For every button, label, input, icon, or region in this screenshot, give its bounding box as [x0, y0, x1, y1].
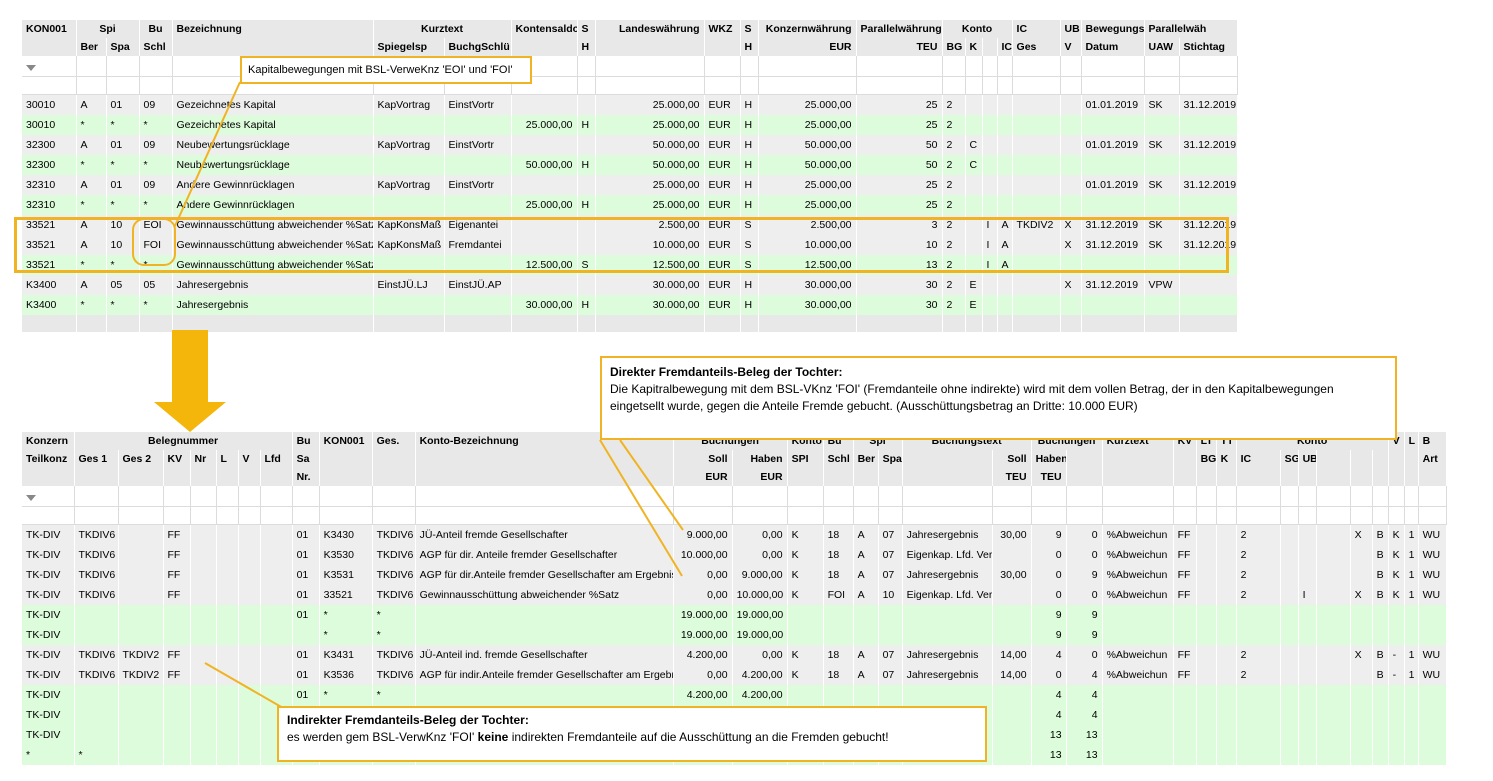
- callout-direkt-title: Direkter Fremdanteils-Beleg der Tochter:: [610, 365, 843, 379]
- callout-indirekter-fremdanteil: Indirekter Fremdanteils-Beleg der Tochte…: [277, 706, 987, 762]
- callout-kapitalbewegungen: Kapitalbewegungen mit BSL-VerweKnz 'EOI'…: [240, 56, 532, 84]
- callout-direkt-text: Die Kapitralbewegung mit dem BSL-VKnz 'F…: [610, 382, 1334, 413]
- callout-direkter-fremdanteil: Direkter Fremdanteils-Beleg der Tochter:…: [600, 356, 1397, 440]
- down-arrow-icon: [154, 330, 226, 432]
- callout-indirekt-title: Indirekter Fremdanteils-Beleg der Tochte…: [287, 713, 529, 727]
